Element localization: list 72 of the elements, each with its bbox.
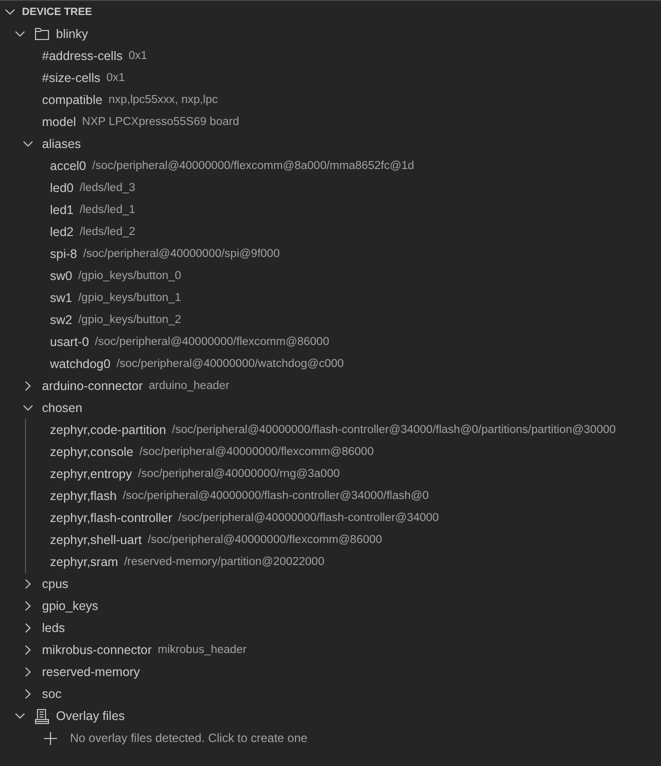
item-description: /gpio_keys/button_1 (78, 291, 182, 306)
chevron-down-icon[interactable] (15, 31, 25, 37)
tree-item[interactable]: zephyr,flash (50, 488, 117, 504)
tree-item[interactable]: compatible (42, 92, 102, 108)
tree-item[interactable]: led2 (50, 224, 74, 240)
item-description: /soc/peripheral@40000000/flexcomm@86000 (94, 335, 330, 350)
tree-item[interactable]: zephyr,flash-controller (50, 510, 172, 526)
tree-item[interactable]: model (42, 114, 76, 130)
item-description: NXP LPCXpresso55S69 board (82, 115, 240, 130)
item-description: /soc/peripheral@40000000/flexcomm@8a000/mma8652fc@1d (92, 159, 414, 174)
plus-icon[interactable] (44, 732, 56, 744)
folder-label[interactable]: blinky (56, 26, 88, 42)
tree-item[interactable]: mikrobus-connector (42, 642, 152, 658)
tree-item[interactable]: leds (42, 620, 65, 636)
section-title[interactable]: DEVICE TREE (22, 6, 92, 18)
tree-item[interactable]: led1 (50, 202, 74, 218)
tree-item[interactable]: gpio_keys (42, 598, 98, 614)
chevron-right-icon[interactable] (25, 689, 31, 699)
item-description: 0x1 (106, 71, 125, 86)
chevron-right-icon[interactable] (25, 381, 31, 391)
chevron-down-icon[interactable] (5, 9, 15, 15)
tree-item[interactable]: sw2 (50, 312, 72, 328)
tree-item[interactable]: #address-cells (42, 48, 123, 64)
item-description: 0x1 (128, 49, 148, 64)
tree-item[interactable]: spi-8 (50, 246, 78, 262)
tree-item[interactable]: accel0 (50, 158, 86, 174)
tree-item[interactable]: reserved-memory (42, 664, 140, 680)
chevron-down-icon[interactable] (23, 141, 33, 147)
chevron-right-icon[interactable] (25, 645, 31, 655)
item-description: /soc/peripheral@40000000/flash-controller@34000/flash@0 (122, 489, 429, 504)
chevron-right-icon[interactable] (25, 623, 31, 633)
item-description: nxp,lpc55xxx, nxp,lpc (108, 93, 218, 108)
tree-item[interactable]: watchdog0 (50, 356, 110, 372)
item-description: /soc/peripheral@40000000/rng@3a000 (138, 467, 340, 482)
item-description: /gpio_keys/button_2 (78, 313, 182, 328)
item-description: /leds/led_2 (80, 225, 136, 240)
item-description: /leds/led_1 (80, 203, 136, 218)
tree-item[interactable]: chosen (42, 400, 82, 416)
tree-item[interactable]: sw0 (50, 268, 72, 284)
tree-item[interactable]: soc (42, 686, 62, 702)
tree-item[interactable]: sw1 (50, 290, 72, 306)
item-description: /soc/peripheral@40000000/flash-controller@34000 (178, 511, 439, 526)
item-description: /soc/peripheral@40000000/flexcomm@86000 (139, 445, 374, 460)
tree-item[interactable]: zephyr,shell-uart (50, 532, 142, 548)
chevron-down-icon[interactable] (23, 405, 33, 411)
create-overlay-hint[interactable]: No overlay files detected. Click to create one (70, 730, 308, 746)
tree-item[interactable]: cpus (42, 576, 68, 592)
tree-item[interactable]: zephyr,sram (50, 554, 118, 570)
item-description: /soc/peripheral@40000000/spi@9f000 (83, 247, 280, 262)
tree-item[interactable]: zephyr,code-partition (50, 422, 166, 438)
item-description: /gpio_keys/button_0 (78, 269, 182, 284)
document-on-stand-icon (35, 708, 49, 724)
chevron-right-icon[interactable] (25, 579, 31, 589)
item-description: arduino_header (148, 379, 230, 394)
tree-item[interactable]: led0 (50, 180, 74, 196)
chevron-down-icon[interactable] (15, 713, 25, 719)
chevron-right-icon[interactable] (25, 667, 31, 677)
item-description: mikrobus_header (158, 643, 247, 658)
tree-item[interactable]: aliases (42, 136, 81, 152)
chevron-right-icon[interactable] (25, 601, 31, 611)
folder-icon (35, 28, 49, 40)
tree-item[interactable]: zephyr,entropy (50, 466, 132, 482)
tree-item[interactable]: zephyr,console (50, 444, 134, 460)
item-description: /soc/peripheral@40000000/flexcomm@86000 (148, 533, 382, 548)
tree-item[interactable]: usart-0 (50, 334, 89, 350)
tree-item[interactable]: Overlay files (56, 708, 125, 724)
item-description: /leds/led_3 (80, 181, 136, 196)
item-description: /soc/peripheral@40000000/watchdog@c000 (116, 357, 344, 372)
item-description: /soc/peripheral@40000000/flash-controller@34000/flash@0/partitions/partition@30000 (172, 423, 616, 438)
tree-item[interactable]: arduino-connector (42, 378, 143, 394)
tree-item[interactable]: #size-cells (42, 70, 100, 86)
item-description: /reserved-memory/partition@20022000 (124, 555, 324, 570)
